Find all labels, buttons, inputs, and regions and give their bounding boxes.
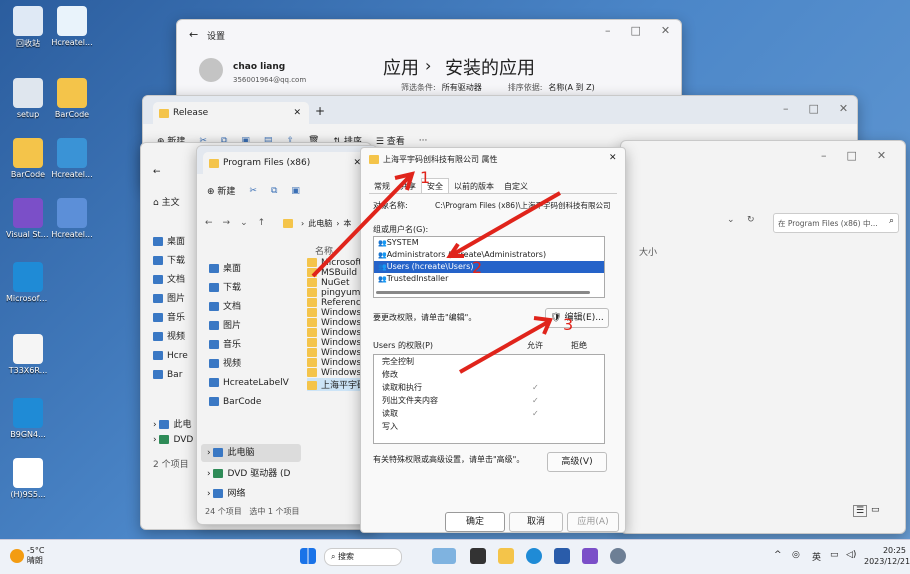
clock[interactable]: 20:25 2023/12/21 <box>864 545 910 567</box>
store-icon[interactable] <box>554 548 570 564</box>
tray-chevron-icon[interactable]: ^ <box>774 550 782 560</box>
tray-network-icon[interactable]: ◎ <box>792 550 800 560</box>
task-view-icon[interactable] <box>470 548 486 564</box>
settings-gear-icon[interactable] <box>610 548 626 564</box>
arrow-2 <box>451 191 561 257</box>
weather-widget[interactable]: -5°C 晴朗 <box>10 546 44 566</box>
arrow-1 <box>311 174 412 278</box>
tray-volume-icon[interactable]: ◁) <box>846 550 856 560</box>
tray-display-icon[interactable]: ▭ <box>830 550 839 560</box>
widgets-icon[interactable] <box>432 548 456 564</box>
annotation-1: 1 <box>420 168 430 187</box>
weather-icon <box>10 549 24 563</box>
edge-icon[interactable] <box>526 548 542 564</box>
arrow-3 <box>459 320 549 374</box>
annotation-layer: 1 2 3 <box>311 168 573 374</box>
annotation-3: 3 <box>563 315 573 334</box>
input-language[interactable]: 英 <box>812 550 821 563</box>
taskbar: -5°C 晴朗 ⌕ 搜索 ^ ◎ 英 ▭ ◁) 20:25 2023/12/21 <box>0 539 910 574</box>
file-explorer-icon[interactable] <box>498 548 514 564</box>
visual-studio-icon[interactable] <box>582 548 598 564</box>
taskbar-search[interactable]: ⌕ 搜索 <box>324 548 402 566</box>
annotation-2: 2 <box>472 258 482 277</box>
start-button[interactable] <box>300 548 316 564</box>
